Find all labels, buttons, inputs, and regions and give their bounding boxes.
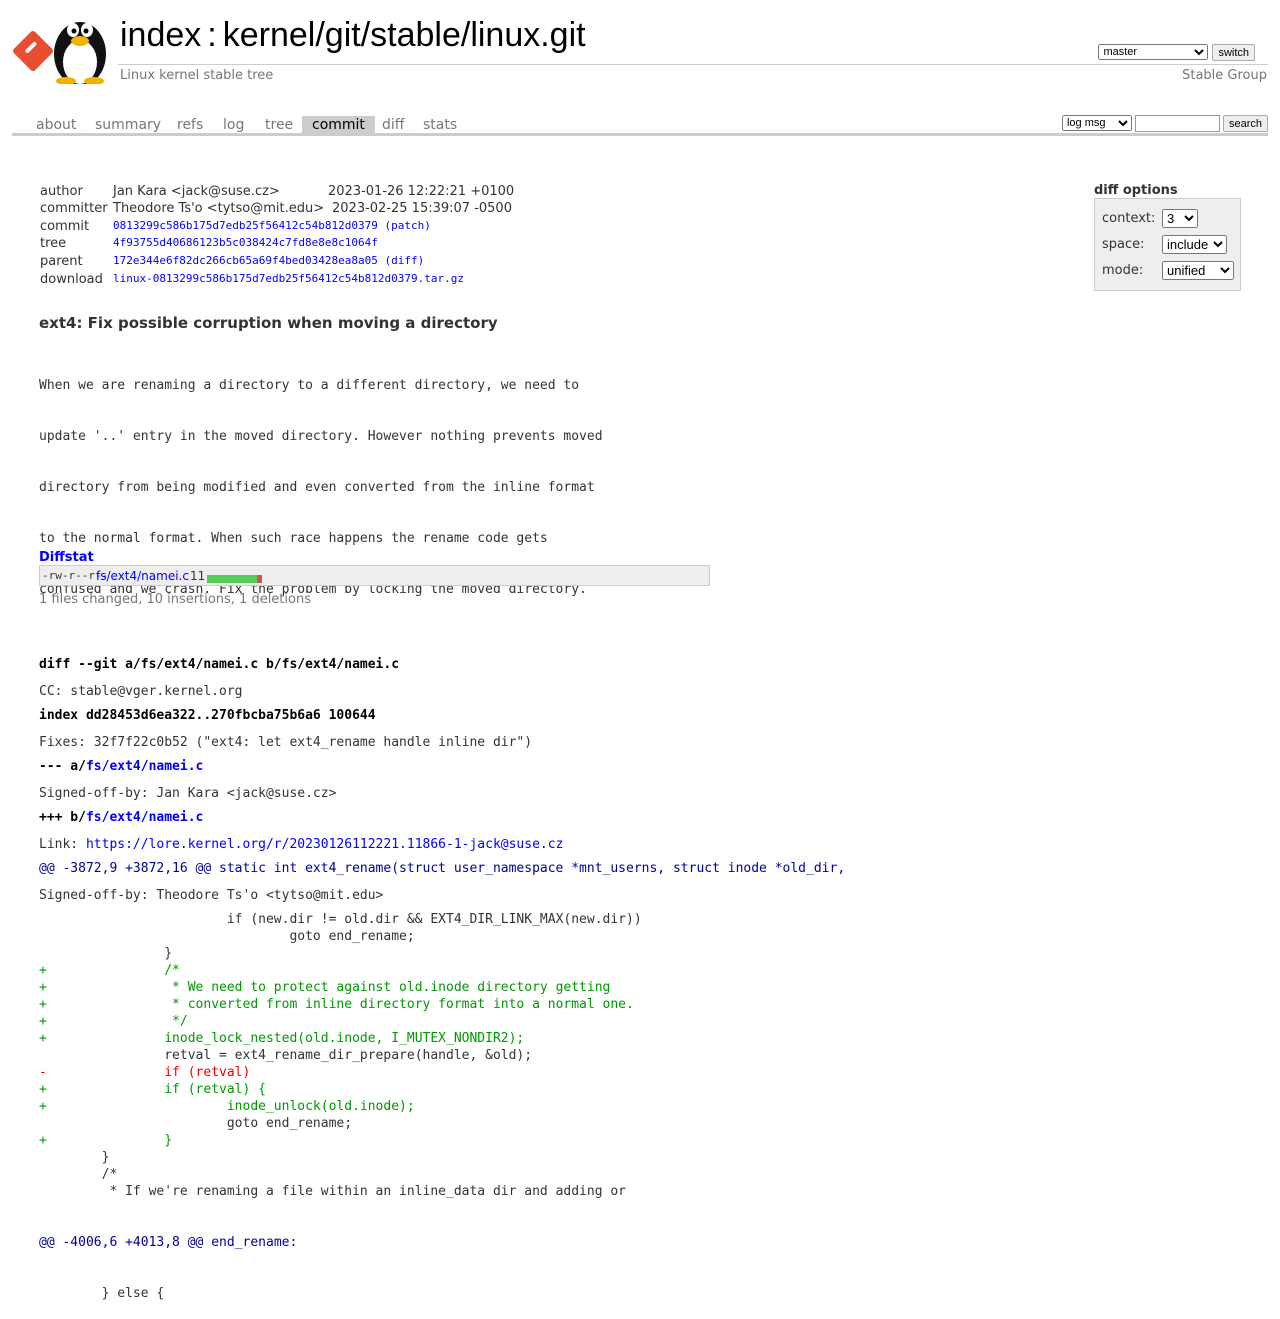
parent-hash-link[interactable]: 172e344e6f82dc266cb65a69f4bed03428ea8a05 — [113, 254, 378, 267]
old-file-prefix: --- a/ — [39, 759, 86, 774]
search-form: log msg search — [1061, 115, 1268, 132]
diff-line-ctx: } — [39, 946, 173, 961]
diff-line-ctx: retval = ext4_rename_dir_prepare(handle,… — [39, 1048, 533, 1063]
diff-line: } else { — [39, 1286, 165, 1301]
diff-view: diff --git a/fs/ext4/namei.c b/fs/ext4/n… — [39, 622, 845, 1319]
commit-subject: ext4: Fix possible corruption when movin… — [39, 314, 498, 332]
repo-owner: Stable Group — [1182, 68, 1267, 83]
header-divider — [118, 64, 1268, 65]
parent-diff-link[interactable]: (diff) — [385, 254, 425, 267]
space-select[interactable]: include — [1162, 235, 1227, 254]
diff-body: if (new.dir != old.dir && EXT4_DIR_LINK_… — [39, 911, 845, 1200]
message-line: directory from being modified and even c… — [39, 480, 595, 495]
deletions-bar — [257, 575, 262, 583]
patch-link[interactable]: (patch) — [385, 219, 431, 232]
mode-select[interactable]: unified — [1162, 261, 1234, 280]
tree-label: tree — [40, 236, 67, 251]
hunk-range: @@ -3872,9 +3872,16 @@ — [39, 861, 212, 876]
search-button[interactable]: search — [1222, 115, 1268, 132]
message-line: When we are renaming a directory to a di… — [39, 378, 580, 393]
diff-line-add: + * We need to protect against old.inode… — [39, 980, 611, 995]
author-date: 2023-01-26 12:22:21 +0100 — [328, 184, 515, 199]
diff-header-line: diff --git a/fs/ext4/namei.c b/fs/ext4/n… — [39, 657, 400, 672]
tab-stats[interactable]: stats — [413, 116, 467, 133]
message-line: to the normal format. When such race hap… — [39, 531, 548, 546]
committer-date: 2023-02-25 15:39:07 -0500 — [332, 201, 512, 216]
search-input[interactable] — [1134, 115, 1220, 132]
switch-button[interactable]: switch — [1212, 44, 1255, 61]
diff-line-ctx: } — [39, 1150, 110, 1165]
new-file-link[interactable]: fs/ext4/namei.c — [86, 810, 203, 825]
diff-line-ctx: * If we're renaming a file within an inl… — [39, 1184, 627, 1199]
title-separator: : — [207, 16, 217, 54]
diff-options-title: diff options — [1094, 183, 1178, 198]
committer-value: Theodore Ts'o <tytso@mit.edu> — [113, 201, 325, 216]
context-select[interactable]: 3 — [1162, 209, 1198, 228]
old-file-link[interactable]: fs/ext4/namei.c — [86, 759, 203, 774]
logo[interactable] — [11, 12, 110, 84]
insertions-bar — [207, 575, 257, 583]
commit-hash: 0813299c586b175d7edb25f56412c54b812d0379… — [113, 219, 431, 232]
message-line: update '..' entry in the moved directory… — [39, 429, 603, 444]
hunk-header: @@ -3872,9 +3872,16 @@ static int ext4_r… — [39, 860, 845, 877]
tab-diff[interactable]: diff — [372, 116, 414, 133]
tab-about[interactable]: about — [26, 116, 86, 133]
commit-label: commit — [40, 219, 90, 234]
diff-options-panel: diff options context: 3 space: include m… — [1094, 183, 1241, 291]
diff-options-box: context: 3 space: include mode: unified — [1094, 198, 1241, 291]
diffstat-file-link[interactable]: fs/ext4/namei.c — [96, 569, 189, 583]
tux-penguin-icon — [54, 22, 106, 84]
page-title: index: kernel/git/stable/linux.git — [120, 16, 586, 55]
diffstat-changes: 11 — [190, 569, 206, 583]
tab-tree[interactable]: tree — [255, 116, 303, 133]
tab-summary[interactable]: summary — [85, 116, 171, 133]
branch-select[interactable]: master — [1098, 44, 1209, 60]
new-file-prefix: +++ b/ — [39, 810, 86, 825]
diff-line-add: + inode_lock_nested(old.inode, I_MUTEX_N… — [39, 1031, 525, 1046]
hunk-header: @@ -4006,6 +4013,8 @@ end_rename: — [39, 1234, 845, 1251]
search-type-select[interactable]: log msg — [1061, 115, 1132, 131]
diff-line-ctx: /* — [39, 1167, 118, 1182]
diffstat-bar — [207, 572, 262, 583]
diff-new-file-line: +++ b/fs/ext4/namei.c — [39, 809, 845, 826]
parent-label: parent — [40, 254, 83, 269]
space-label: space: — [1102, 237, 1145, 252]
diff-line-ctx: goto end_rename; — [39, 929, 415, 944]
context-label: context: — [1102, 211, 1156, 226]
diff-line-add: + * converted from inline directory form… — [39, 997, 634, 1012]
diff-line-add: + */ — [39, 1014, 188, 1029]
diff-line-add: + if (retval) { — [39, 1082, 266, 1097]
download-label: download — [40, 272, 103, 287]
diff-line-add: + /* — [39, 963, 180, 978]
commit-hash-link[interactable]: 0813299c586b175d7edb25f56412c54b812d0379 — [113, 219, 378, 232]
hunk-function: static int ext4_rename(struct user_names… — [211, 861, 846, 876]
diff-line-del: - if (retval) — [39, 1065, 251, 1080]
tab-log[interactable]: log — [213, 116, 254, 133]
repo-link[interactable]: kernel/git/stable/linux.git — [223, 16, 586, 54]
mode-label: mode: — [1102, 263, 1144, 278]
branch-switch-form: master switch — [1098, 44, 1255, 61]
diff-line-ctx: goto end_rename; — [39, 1116, 353, 1131]
diff-line-ctx: if (new.dir != old.dir && EXT4_DIR_LINK_… — [39, 912, 642, 927]
author-label: author — [40, 184, 83, 199]
diffstat-summary: 1 files changed, 10 insertions, 1 deleti… — [39, 592, 311, 607]
download-link[interactable]: linux-0813299c586b175d7edb25f56412c54b81… — [113, 272, 464, 285]
tab-refs[interactable]: refs — [167, 116, 213, 133]
author-value: Jan Kara <jack@suse.cz> — [113, 184, 280, 199]
diff-old-file-line: --- a/fs/ext4/namei.c — [39, 758, 845, 775]
repo-description: Linux kernel stable tree — [120, 68, 274, 83]
diff-line-add: + inode_unlock(old.inode); — [39, 1099, 415, 1114]
tree-hash-link[interactable]: 4f93755d40686123b5c038424c7fd8e8e8c1064f — [113, 236, 378, 249]
hunk-function: end_rename: — [203, 1235, 298, 1250]
diffstat-table: -rw-r--r-- fs/ext4/namei.c 11 — [39, 565, 710, 586]
diffstat-heading[interactable]: Diffstat — [39, 550, 94, 565]
diff-index-line: index dd28453d6ea322..270fbcba75b6a6 100… — [39, 708, 376, 723]
tab-commit[interactable]: commit — [302, 116, 375, 133]
index-link[interactable]: index — [120, 16, 201, 54]
header: index: kernel/git/stable/linux.git Linux … — [0, 0, 1280, 100]
hunk-range: @@ -4006,6 +4013,8 @@ — [39, 1235, 204, 1250]
committer-label: committer — [40, 201, 108, 216]
diff-line-add: + } — [39, 1133, 173, 1148]
parent-hash: 172e344e6f82dc266cb65a69f4bed03428ea8a05… — [113, 254, 424, 267]
